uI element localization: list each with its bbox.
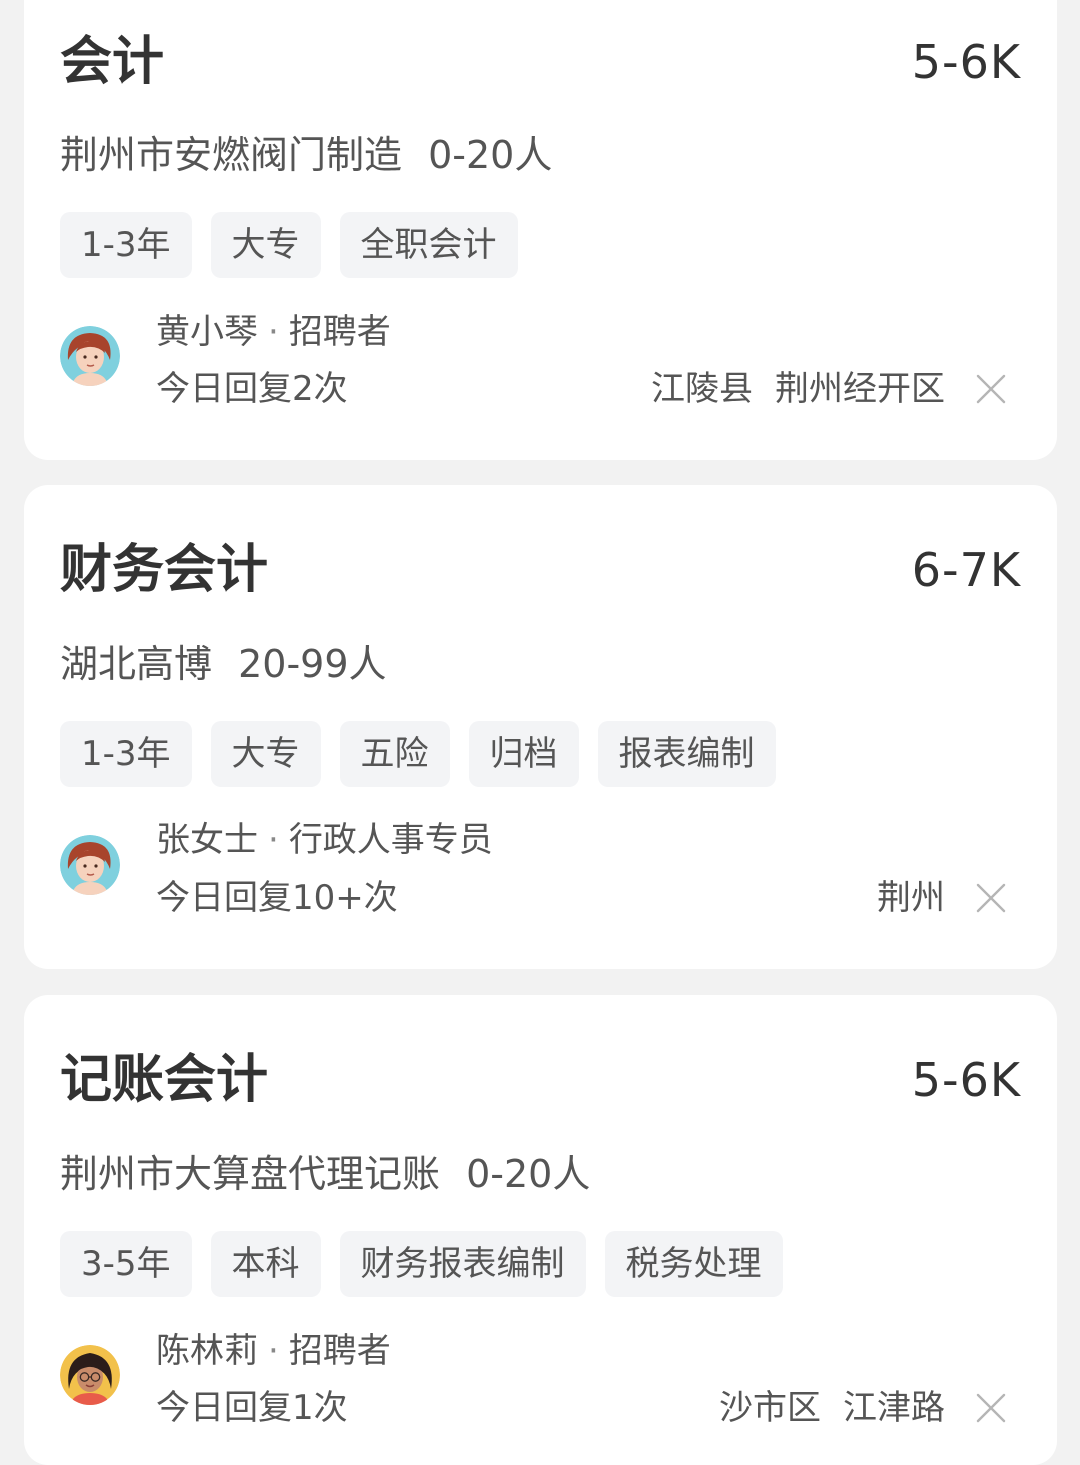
recruiter-info: 黄小琴 · 招聘者 xyxy=(156,310,391,354)
recruiter-name: 陈林莉 xyxy=(156,1331,258,1371)
tag: 报表编制 xyxy=(597,721,776,787)
tag: 财务报表编制 xyxy=(339,1231,586,1297)
salary: 5-6K xyxy=(911,1053,1021,1107)
location-part: 沙市区 xyxy=(719,1388,821,1428)
location-part: 荆州经开区 xyxy=(775,369,945,409)
avatar xyxy=(60,835,120,895)
tag: 1-3年 xyxy=(60,212,192,278)
job-location: 荆州 xyxy=(877,876,945,920)
recruiter-info: 张女士 · 行政人事专员 xyxy=(156,818,493,862)
reply-status: 今日回复1次 xyxy=(156,1388,348,1428)
close-icon[interactable] xyxy=(975,882,1007,914)
job-title: 财务会计 xyxy=(60,540,269,600)
recruiter-name: 张女士 xyxy=(156,820,258,860)
job-card[interactable]: 财务会计 6-7K 湖北高博 20-99人 1-3年 大专 五险 归档 报表编制… xyxy=(24,485,1057,969)
job-title: 会计 xyxy=(60,32,165,92)
tag-list: 1-3年 大专 全职会计 xyxy=(60,212,518,278)
close-icon[interactable] xyxy=(975,1392,1007,1424)
close-icon[interactable] xyxy=(975,373,1007,405)
recruiter-role: 行政人事专员 xyxy=(288,820,493,860)
avatar xyxy=(60,326,120,386)
job-card[interactable]: 记账会计 5-6K 荆州市大算盘代理记账 0-20人 3-5年 本科 财务报表编… xyxy=(24,995,1057,1465)
reply-status: 今日回复10+次 xyxy=(156,878,398,918)
company-name: 湖北高博 xyxy=(60,642,213,686)
job-card[interactable]: 会计 5-6K 荆州市安燃阀门制造 0-20人 1-3年 大专 全职会计 黄小琴… xyxy=(24,0,1057,460)
job-location: 沙市区 江津路 xyxy=(719,1386,945,1430)
company-size: 0-20人 xyxy=(428,133,553,177)
recruiter-name: 黄小琴 xyxy=(156,312,258,352)
tag: 全职会计 xyxy=(339,212,518,278)
tag: 1-3年 xyxy=(60,721,192,787)
tag: 税务处理 xyxy=(604,1231,783,1297)
company-size: 0-20人 xyxy=(466,1152,591,1196)
tag: 本科 xyxy=(210,1231,321,1297)
location-part: 江津路 xyxy=(843,1388,945,1428)
recruiter-info: 陈林莉 · 招聘者 xyxy=(156,1329,391,1373)
company-name: 荆州市安燃阀门制造 xyxy=(60,133,403,177)
tag: 大专 xyxy=(210,721,321,787)
tag-list: 3-5年 本科 财务报表编制 税务处理 xyxy=(60,1231,783,1297)
separator-dot: · xyxy=(268,1331,279,1371)
company-name: 荆州市大算盘代理记账 xyxy=(60,1152,441,1196)
tag-list: 1-3年 大专 五险 归档 报表编制 xyxy=(60,721,776,787)
company-info: 湖北高博 20-99人 xyxy=(60,639,387,689)
separator-dot: · xyxy=(268,312,279,352)
salary: 5-6K xyxy=(911,35,1021,89)
recruiter-role: 招聘者 xyxy=(288,312,391,352)
job-location: 江陵县 荆州经开区 xyxy=(651,367,945,411)
tag: 五险 xyxy=(339,721,450,787)
separator-dot: · xyxy=(268,820,279,860)
location-part: 荆州 xyxy=(877,878,945,918)
company-info: 荆州市大算盘代理记账 0-20人 xyxy=(60,1149,590,1199)
location-part: 江陵县 xyxy=(651,369,753,409)
company-size: 20-99人 xyxy=(238,642,387,686)
salary: 6-7K xyxy=(911,543,1021,597)
avatar xyxy=(60,1345,120,1405)
job-title: 记账会计 xyxy=(60,1050,269,1110)
reply-status: 今日回复2次 xyxy=(156,369,348,409)
recruiter-role: 招聘者 xyxy=(288,1331,391,1371)
company-info: 荆州市安燃阀门制造 0-20人 xyxy=(60,130,552,180)
tag: 3-5年 xyxy=(60,1231,192,1297)
tag: 大专 xyxy=(210,212,321,278)
tag: 归档 xyxy=(468,721,579,787)
